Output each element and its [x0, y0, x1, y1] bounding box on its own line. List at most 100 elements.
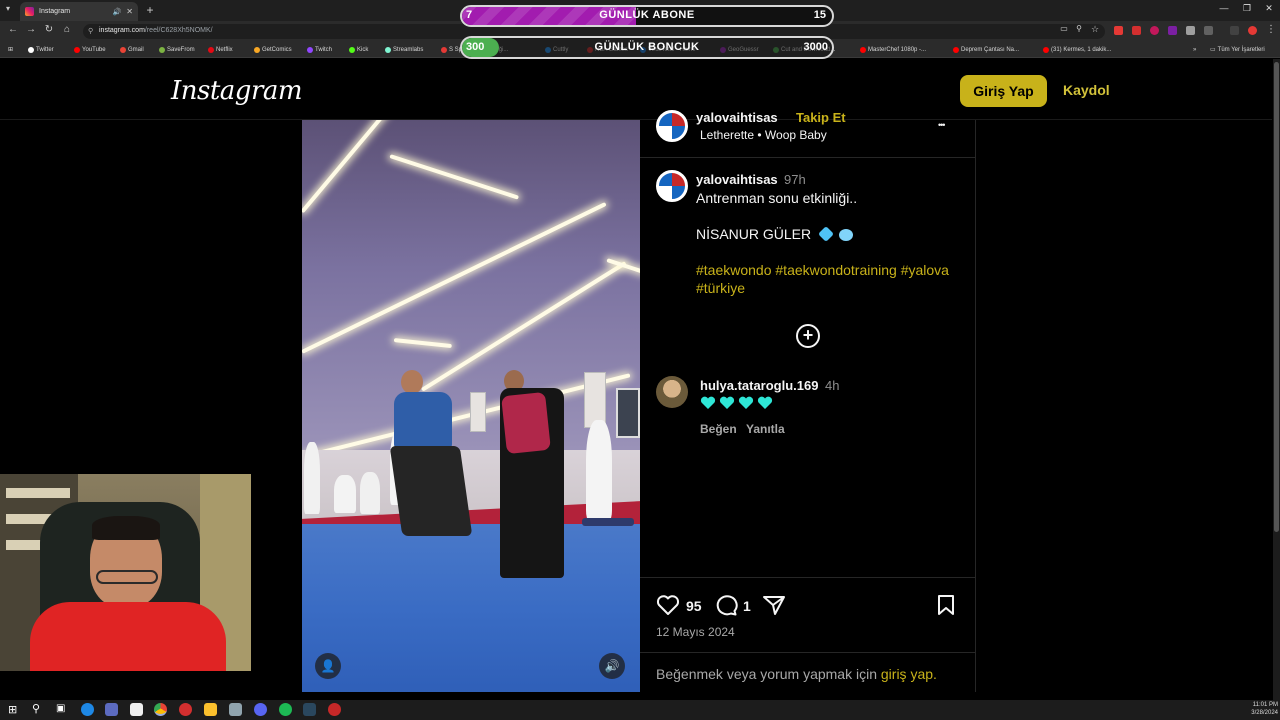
- bookmark-favicon-icon: [349, 46, 355, 53]
- comment-like-link[interactable]: Beğen: [700, 422, 737, 436]
- new-tab-button[interactable]: +: [144, 3, 156, 17]
- more-options-icon[interactable]: •••: [938, 120, 946, 130]
- comment-time[interactable]: 4h: [825, 378, 839, 393]
- minimize-button[interactable]: —: [1214, 3, 1234, 13]
- load-more-comments-icon[interactable]: +: [796, 324, 820, 348]
- turquoise-heart-emoji-icon: [757, 396, 773, 409]
- bookmark-item[interactable]: (31) Kermes, 1 dakik...: [1043, 44, 1111, 55]
- header-username[interactable]: yalovaihtisas: [696, 110, 778, 125]
- discord-icon[interactable]: [254, 703, 267, 716]
- follow-link[interactable]: Takip Et: [796, 110, 846, 125]
- bookmark-item[interactable]: Kick: [349, 44, 368, 55]
- app-icon[interactable]: [105, 703, 118, 716]
- extension-icon[interactable]: [1186, 26, 1195, 35]
- comment-count[interactable]: 1: [743, 598, 751, 614]
- signup-link[interactable]: Kaydol: [1063, 82, 1110, 98]
- daily-beads-target: 3000: [803, 41, 828, 53]
- streamer-hair: [92, 516, 160, 540]
- hashtags-line-1[interactable]: #taekwondo #taekwondotraining #yalova: [696, 261, 949, 279]
- bookmark-star-icon[interactable]: ☆: [1088, 24, 1102, 35]
- app-icon[interactable]: [229, 703, 242, 716]
- home-button[interactable]: ⌂: [60, 24, 74, 35]
- bookmark-label: MasterChef 1080p -...: [868, 46, 927, 53]
- tab-close-icon[interactable]: ✕: [126, 7, 133, 16]
- commenter-avatar[interactable]: [656, 376, 688, 408]
- taskbar-clock[interactable]: 11:01 PM 3/28/2024: [1244, 701, 1278, 717]
- reel-video[interactable]: 👤 🔊: [302, 120, 640, 692]
- bookmark-item[interactable]: Twitter: [28, 44, 54, 55]
- store-icon[interactable]: [130, 703, 143, 716]
- edge-icon[interactable]: [81, 703, 94, 716]
- cast-icon[interactable]: ▭: [1057, 24, 1071, 33]
- reload-button[interactable]: ↻: [42, 24, 56, 35]
- tagged-user-icon[interactable]: 👤: [315, 653, 341, 679]
- like-count[interactable]: 95: [686, 598, 702, 614]
- save-bookmark-icon[interactable]: [936, 594, 956, 616]
- caption-time[interactable]: 97h: [784, 172, 806, 187]
- bookmark-label: YouTube: [82, 46, 106, 53]
- site-info-icon[interactable]: ⚲: [88, 27, 93, 35]
- bookmark-item[interactable]: GetComics: [254, 44, 292, 55]
- close-window-button[interactable]: ✕: [1259, 3, 1279, 14]
- post-date[interactable]: 12 Mayıs 2024: [656, 625, 735, 639]
- search-icon[interactable]: ⚲: [32, 702, 40, 715]
- blue-mat: [302, 524, 640, 692]
- caption-avatar[interactable]: [656, 170, 688, 202]
- steam-icon[interactable]: [303, 703, 316, 716]
- bookmark-item[interactable]: YouTube: [74, 44, 106, 55]
- more-bookmarks-icon[interactable]: »: [1193, 44, 1196, 55]
- bookmark-favicon-icon: [120, 46, 126, 53]
- bookmark-label: SaveFrom: [167, 46, 195, 53]
- extension-icon[interactable]: [1114, 26, 1123, 35]
- obs-icon[interactable]: [328, 703, 341, 716]
- chrome-icon[interactable]: [154, 703, 167, 716]
- page-scrollbar-thumb[interactable]: [1274, 62, 1279, 532]
- tab-search-icon[interactable]: ▾: [6, 4, 10, 13]
- clock-time: 11:01 PM: [1252, 702, 1278, 708]
- extensions-puzzle-icon[interactable]: [1204, 26, 1213, 35]
- file-explorer-icon[interactable]: [204, 703, 217, 716]
- login-prompt-link[interactable]: giriş yap.: [881, 666, 937, 682]
- spotify-icon[interactable]: [279, 703, 292, 716]
- caption-username[interactable]: yalovaihtisas: [696, 172, 778, 187]
- extension-icon[interactable]: [1150, 26, 1159, 35]
- share-icon[interactable]: [762, 594, 786, 616]
- login-button[interactable]: Giriş Yap: [960, 75, 1047, 107]
- sidebar-icon[interactable]: [1230, 26, 1239, 35]
- hashtags-line-2[interactable]: #türkiye: [696, 279, 745, 297]
- task-view-icon[interactable]: ▣: [56, 703, 65, 714]
- bookmark-item[interactable]: Twitch: [307, 44, 332, 55]
- folder-icon: ▭: [1210, 47, 1216, 53]
- extension-icon[interactable]: [1132, 26, 1141, 35]
- audio-toggle-icon[interactable]: 🔊: [599, 653, 625, 679]
- daily-beads-goal: 300 GÜNLÜK BONCUK 3000: [460, 36, 834, 59]
- start-windows-icon[interactable]: ⊞: [8, 703, 17, 716]
- comment-icon[interactable]: [714, 594, 738, 616]
- forward-button[interactable]: →: [24, 24, 38, 35]
- audio-info[interactable]: Letherette • Woop Baby: [700, 128, 827, 142]
- zoom-icon[interactable]: ⚲: [1072, 24, 1086, 33]
- opera-icon[interactable]: [179, 703, 192, 716]
- daily-subs-goal: 7 GÜNLÜK ABONE 15: [460, 5, 834, 27]
- apps-grid-icon[interactable]: ⊞: [8, 44, 13, 55]
- all-bookmarks-folder[interactable]: ▭ Tüm Yer İşaretleri: [1210, 44, 1265, 55]
- comment-reply-link[interactable]: Yanıtla: [746, 422, 785, 436]
- tab-instagram[interactable]: Instagram 🔊 ✕: [20, 2, 138, 21]
- bookmark-item[interactable]: SaveFrom: [159, 44, 195, 55]
- bookmark-item[interactable]: Streamlabs: [385, 44, 423, 55]
- maximize-button[interactable]: ❐: [1237, 3, 1257, 14]
- comment-username[interactable]: hulya.tataroglu.169: [700, 378, 818, 393]
- like-heart-icon[interactable]: [656, 594, 680, 616]
- bookmark-item[interactable]: Netflix: [208, 44, 233, 55]
- tab-audio-icon[interactable]: 🔊: [113, 8, 122, 16]
- back-button[interactable]: ←: [6, 24, 20, 35]
- bookmark-item[interactable]: MasterChef 1080p -...: [860, 44, 926, 55]
- browser-menu-icon[interactable]: ⋮: [1264, 24, 1278, 35]
- extension-icon[interactable]: [1168, 26, 1177, 35]
- bookmark-item[interactable]: Gmail: [120, 44, 144, 55]
- all-bookmarks-label: Tüm Yer İşaretleri: [1217, 46, 1265, 53]
- bookmark-item[interactable]: Deprem Çantası Na...: [953, 44, 1019, 55]
- header-avatar[interactable]: [656, 110, 688, 142]
- instagram-logo[interactable]: Instagram: [171, 76, 303, 106]
- profile-avatar[interactable]: [1248, 26, 1257, 35]
